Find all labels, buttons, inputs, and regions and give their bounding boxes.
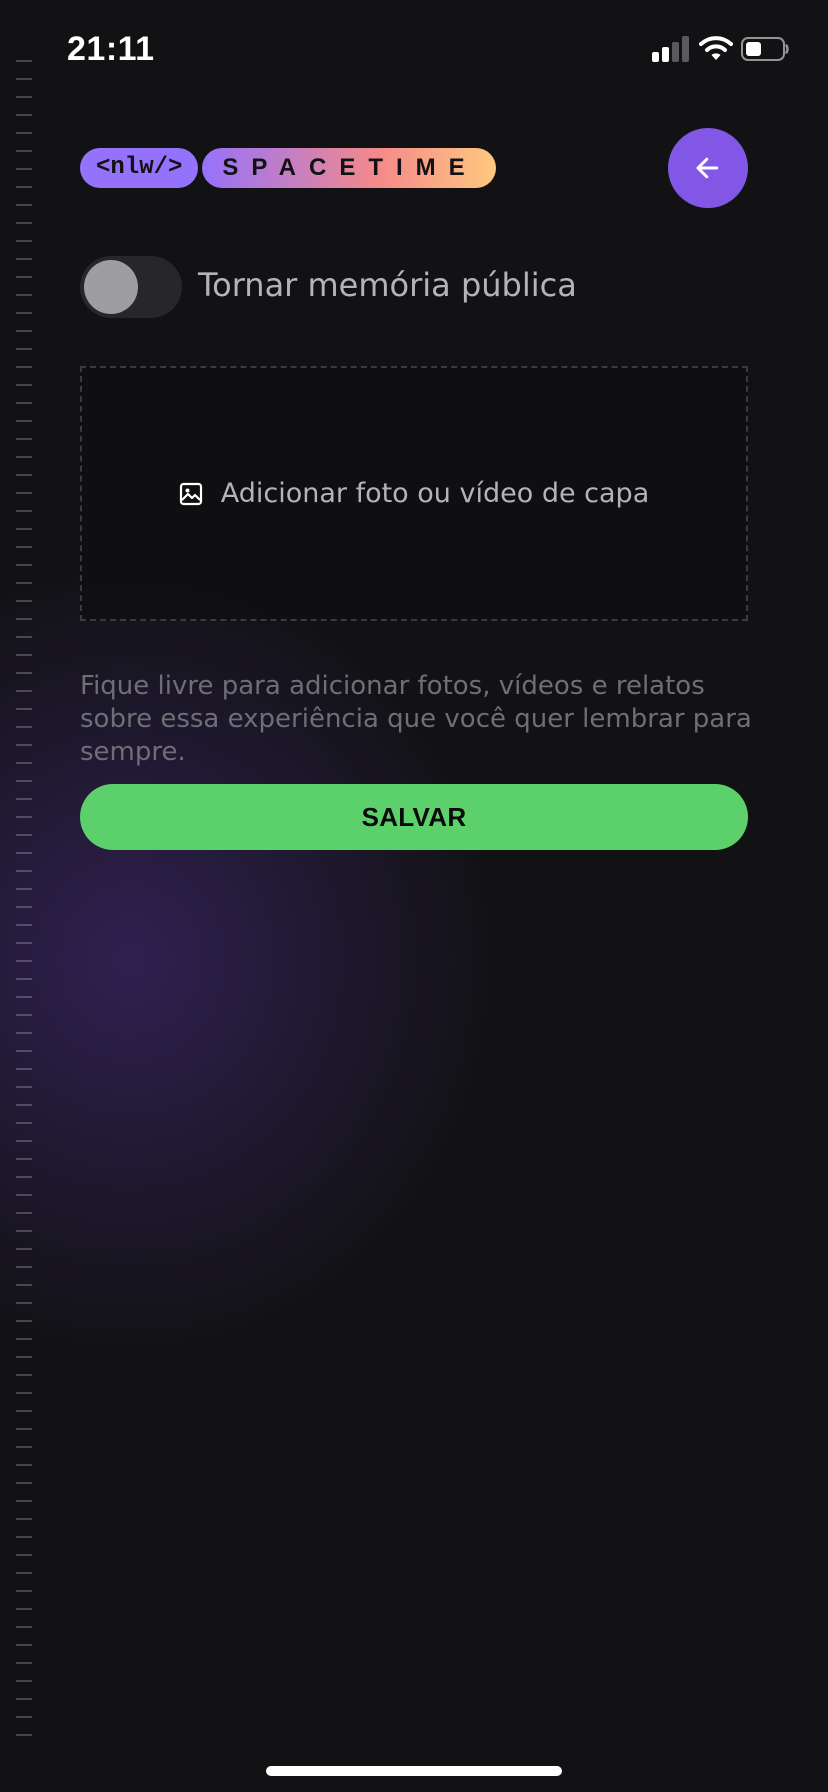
- public-memory-toggle[interactable]: [80, 256, 182, 318]
- toggle-knob: [84, 260, 138, 314]
- image-icon: [179, 482, 203, 506]
- home-indicator[interactable]: [266, 1766, 562, 1776]
- public-memory-label: Tornar memória pública: [198, 266, 577, 304]
- status-time: 21:11: [67, 30, 155, 68]
- battery-icon: [741, 37, 789, 61]
- decorative-stripes: [16, 60, 32, 1740]
- memory-content-textarea[interactable]: Fique livre para adicionar fotos, vídeos…: [80, 670, 760, 769]
- logo-nlw-badge: <nlw/>: [80, 148, 199, 188]
- cover-media-picker[interactable]: Adicionar foto ou vídeo de capa: [80, 366, 748, 621]
- logo-spacetime-badge: SPACETIME: [202, 148, 496, 188]
- app-logo: <nlw/> SPACETIME: [80, 148, 496, 188]
- back-button[interactable]: [668, 128, 748, 208]
- cover-media-label: Adicionar foto ou vídeo de capa: [220, 478, 650, 509]
- save-button[interactable]: SALVAR: [80, 784, 748, 850]
- wifi-icon: [699, 34, 733, 62]
- arrow-left-icon: [693, 153, 723, 183]
- cellular-signal-icon: [652, 36, 690, 62]
